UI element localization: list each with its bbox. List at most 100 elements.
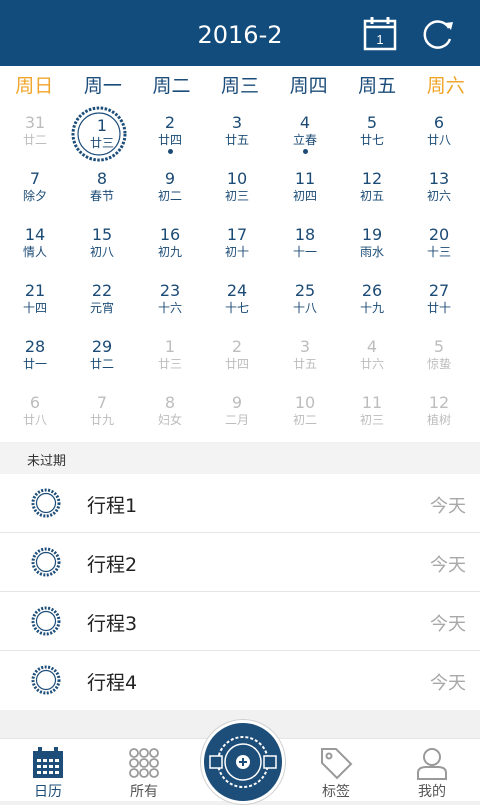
day-number: 4 <box>299 113 311 132</box>
day-number: 21 <box>24 281 46 300</box>
calendar-day[interactable]: 8 妇女 <box>136 386 204 442</box>
calendar-grid-icon <box>33 747 63 778</box>
calendar-day[interactable]: 13 初六 <box>405 162 473 218</box>
day-lunar-label: 廿六 <box>359 357 384 371</box>
refresh-icon[interactable] <box>418 14 458 54</box>
calendar-day[interactable]: 1 廿三 <box>68 106 136 162</box>
calendar-day[interactable]: 16 初九 <box>136 218 204 274</box>
day-lunar-label: 除夕 <box>22 189 47 203</box>
day-number: 15 <box>91 225 113 244</box>
calendar-day[interactable]: 7 除夕 <box>1 162 69 218</box>
schedule-list: 行程1 今天 行程2 今天 行程3 今天 行程4 今天 <box>0 474 480 710</box>
day-number: 29 <box>91 337 113 356</box>
day-lunar-label: 廿二 <box>22 133 47 147</box>
day-number: 28 <box>24 337 46 356</box>
day-lunar-label: 廿五 <box>292 357 317 371</box>
calendar-day[interactable]: 23 十六 <box>136 274 204 330</box>
day-number: 13 <box>428 169 450 188</box>
schedule-name: 行程4 <box>87 672 138 694</box>
day-number: 17 <box>226 225 248 244</box>
day-lunar-label: 初五 <box>359 189 384 203</box>
tab-tags-label: 标签 <box>322 784 350 800</box>
calendar-day[interactable]: 3 廿五 <box>271 330 339 386</box>
day-number: 11 <box>361 393 383 412</box>
calendar-day[interactable]: 24 十七 <box>203 274 271 330</box>
calendar-day[interactable]: 12 植树 <box>405 386 473 442</box>
day-lunar-label: 廿二 <box>89 357 114 371</box>
calendar-day[interactable]: 10 初二 <box>271 386 339 442</box>
calendar-day[interactable]: 4 立春 <box>271 106 339 162</box>
schedule-item[interactable]: 行程1 今天 <box>0 474 480 533</box>
calendar-day[interactable]: 2 廿四 <box>203 330 271 386</box>
calendar-day[interactable]: 22 元宵 <box>68 274 136 330</box>
day-lunar-label: 廿八 <box>426 133 451 147</box>
top-bar: 2016-2 1 <box>0 0 480 66</box>
calendar-day[interactable]: 5 惊蛰 <box>405 330 473 386</box>
calendar-day[interactable]: 5 廿七 <box>338 106 406 162</box>
calendar-day[interactable]: 19 雨水 <box>338 218 406 274</box>
calendar-day[interactable]: 10 初三 <box>203 162 271 218</box>
tab-me-label: 我的 <box>418 784 446 800</box>
calendar-day[interactable]: 3 廿五 <box>203 106 271 162</box>
day-lunar-label: 廿三 <box>89 136 114 150</box>
calendar-day[interactable]: 6 廿八 <box>1 386 69 442</box>
calendar-day[interactable]: 29 廿二 <box>68 330 136 386</box>
section-label: 未过期 <box>27 454 67 469</box>
calendar-day[interactable]: 20 十三 <box>405 218 473 274</box>
calendar-day[interactable]: 27 廿十 <box>405 274 473 330</box>
calendar-day[interactable]: 8 春节 <box>68 162 136 218</box>
day-number: 11 <box>294 169 316 188</box>
calendar-day[interactable]: 12 初五 <box>338 162 406 218</box>
month-title[interactable]: 2016-2 <box>0 0 480 66</box>
day-lunar-label: 初二 <box>157 189 182 203</box>
calendar-day[interactable]: 28 廿一 <box>1 330 69 386</box>
day-number: 20 <box>428 225 450 244</box>
day-lunar-label: 立春 <box>292 133 317 147</box>
calendar-day[interactable]: 4 廿六 <box>338 330 406 386</box>
day-lunar-label: 十一 <box>292 245 317 259</box>
tab-all-label: 所有 <box>130 784 158 800</box>
calendar-day[interactable]: 1 廿三 <box>136 330 204 386</box>
tab-all[interactable]: 所有 <box>104 739 184 801</box>
day-number: 8 <box>164 393 176 412</box>
calendar-day[interactable]: 14 情人 <box>1 218 69 274</box>
tab-me[interactable]: 我的 <box>392 739 472 801</box>
maker-space-logo-icon <box>209 736 277 788</box>
day-lunar-label: 二月 <box>224 413 249 427</box>
calendar-day[interactable]: 6 廿八 <box>405 106 473 162</box>
day-lunar-label: 妇女 <box>157 413 182 427</box>
add-schedule-button[interactable] <box>201 720 285 804</box>
calendar-day[interactable]: 2 廿四 <box>136 106 204 162</box>
calendar-icon-day: 1 <box>376 32 383 47</box>
tab-tags[interactable]: 标签 <box>296 739 376 801</box>
day-number: 24 <box>226 281 248 300</box>
calendar-day[interactable]: 7 廿九 <box>68 386 136 442</box>
calendar-day[interactable]: 9 初二 <box>136 162 204 218</box>
calendar-day[interactable]: 31 廿二 <box>1 106 69 162</box>
schedule-name: 行程1 <box>87 495 138 517</box>
schedule-item[interactable]: 行程4 今天 <box>0 651 480 710</box>
day-lunar-label: 廿五 <box>224 133 249 147</box>
day-number: 25 <box>294 281 316 300</box>
calendar-day[interactable]: 9 二月 <box>203 386 271 442</box>
day-number: 16 <box>159 225 181 244</box>
calendar-day[interactable]: 21 十四 <box>1 274 69 330</box>
calendar-day[interactable]: 26 十九 <box>338 274 406 330</box>
calendar-day[interactable]: 11 初四 <box>271 162 339 218</box>
calendar-day[interactable]: 17 初十 <box>203 218 271 274</box>
calendar-day[interactable]: 18 十一 <box>271 218 339 274</box>
day-lunar-label: 春节 <box>89 189 114 203</box>
calendar-day[interactable]: 11 初三 <box>338 386 406 442</box>
day-lunar-label: 元宵 <box>89 301 114 315</box>
schedule-item[interactable]: 行程2 今天 <box>0 533 480 592</box>
calendar-day[interactable]: 25 十八 <box>271 274 339 330</box>
schedule-when: 今天 <box>430 614 466 635</box>
calendar-today-icon[interactable]: 1 <box>360 14 400 54</box>
day-lunar-label: 廿七 <box>359 133 384 147</box>
schedule-item[interactable]: 行程3 今天 <box>0 592 480 651</box>
day-lunar-label: 廿四 <box>157 133 182 147</box>
tab-calendar[interactable]: 日历 <box>8 739 88 801</box>
calendar-day[interactable]: 15 初八 <box>68 218 136 274</box>
day-number: 10 <box>294 393 316 412</box>
gear-badge-icon <box>31 606 61 636</box>
